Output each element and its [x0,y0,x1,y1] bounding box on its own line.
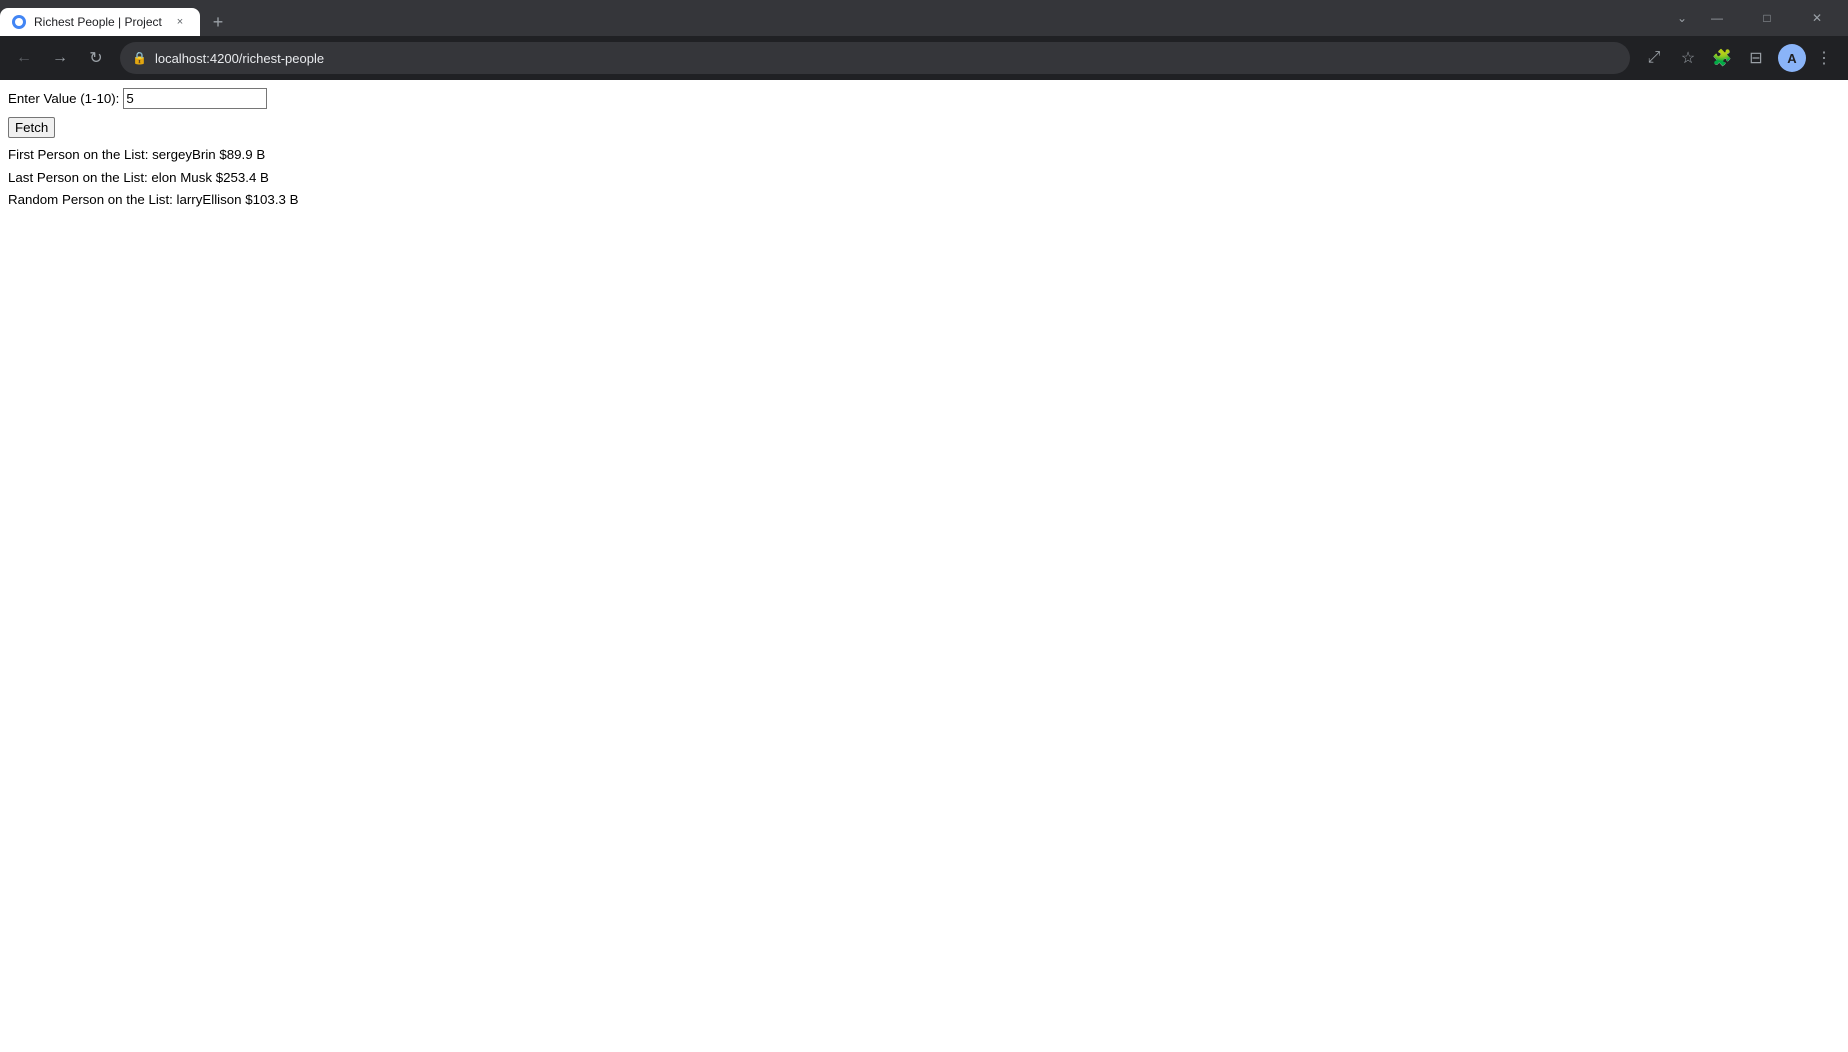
bookmark-icon: ☆ [1681,48,1695,68]
page-content: Enter Value (1-10): Fetch First Person o… [0,80,1848,1052]
nav-bar: ← → ↻ 🔒 ⤢ ☆ 🧩 ⊟ A ⋮ [0,36,1848,80]
fetch-button[interactable]: Fetch [8,117,55,138]
tab-bar-controls: ⌄ — □ ✕ [1674,4,1848,36]
share-button[interactable]: ⤢ [1638,42,1670,74]
input-label: Enter Value (1-10): [8,91,119,106]
reload-button[interactable]: ↻ [80,42,112,74]
reload-icon: ↻ [89,48,102,68]
address-bar[interactable]: 🔒 [120,42,1630,74]
nav-right-controls: ⤢ ☆ 🧩 ⊟ A ⋮ [1638,42,1840,74]
tab-dropdown-icon[interactable]: ⌄ [1674,10,1690,26]
maximize-button[interactable]: □ [1744,4,1790,32]
input-row: Enter Value (1-10): [8,88,1840,109]
tab-title: Richest People | Project [34,15,164,29]
tab-close-button[interactable]: × [172,14,188,30]
back-button[interactable]: ← [8,42,40,74]
menu-button[interactable]: ⋮ [1808,42,1840,74]
share-icon: ⤢ [1648,49,1661,67]
sidebar-button[interactable]: ⊟ [1740,42,1772,74]
sidebar-icon: ⊟ [1749,48,1762,68]
lock-icon: 🔒 [132,51,147,65]
active-tab[interactable]: Richest People | Project × [0,8,200,36]
forward-icon: → [52,49,68,67]
browser-chrome: Richest People | Project × + ⌄ — □ ✕ ← →… [0,0,1848,80]
tab-favicon-icon [12,15,26,29]
forward-button[interactable]: → [44,42,76,74]
random-person-result: Random Person on the List: larryEllison … [8,191,1840,210]
minimize-button[interactable]: — [1694,4,1740,32]
value-input[interactable] [123,88,267,109]
fetch-button-row: Fetch [8,117,1840,138]
extension-button[interactable]: 🧩 [1706,42,1738,74]
first-person-result: First Person on the List: sergeyBrin $89… [8,146,1840,165]
bookmark-button[interactable]: ☆ [1672,42,1704,74]
url-input[interactable] [155,51,1618,66]
new-tab-button[interactable]: + [204,8,232,36]
back-icon: ← [16,49,32,67]
profile-button[interactable]: A [1778,44,1806,72]
close-button[interactable]: ✕ [1794,4,1840,32]
tab-bar: Richest People | Project × + ⌄ — □ ✕ [0,0,1848,36]
last-person-result: Last Person on the List: elon Musk $253.… [8,169,1840,188]
menu-icon: ⋮ [1816,48,1832,68]
extension-icon: 🧩 [1712,48,1732,68]
